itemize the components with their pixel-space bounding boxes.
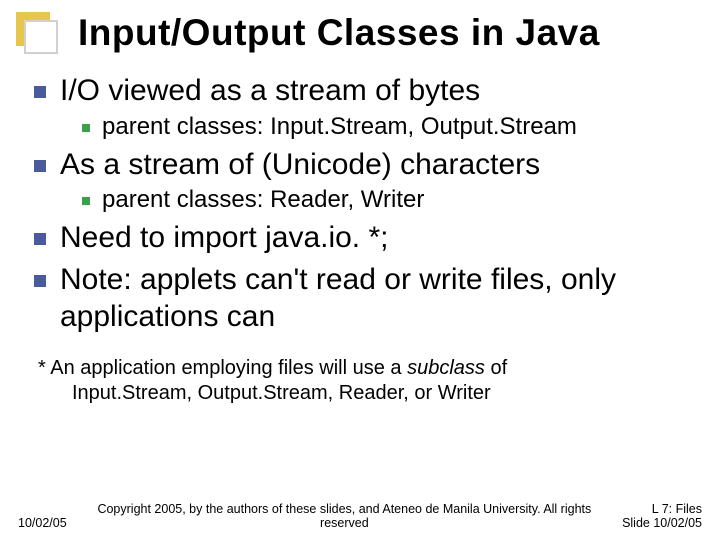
bullet-text: parent classes: Reader, Writer [102, 185, 424, 215]
square-bullet-icon [82, 197, 90, 205]
footnote-prefix: * An application employing files will us… [38, 357, 407, 379]
bullet-text: Note: applets can't read or write files,… [60, 261, 696, 336]
slide-title: Input/Output Classes in Java [78, 12, 696, 54]
bullet-unicode-characters: As a stream of (Unicode) characters [34, 146, 696, 184]
subbullet-parent-reader-writer: parent classes: Reader, Writer [82, 185, 696, 215]
footnote-suffix: of [485, 357, 507, 379]
bullet-text: Need to import java.io. *; [60, 219, 389, 257]
bullet-io-stream-bytes: I/O viewed as a stream of bytes [34, 72, 696, 110]
square-bullet-icon [34, 275, 46, 287]
footer-slide-number: Slide 10/02/05 [622, 516, 702, 530]
square-bullet-icon [34, 86, 46, 98]
subbullet-parent-stream: parent classes: Input.Stream, Output.Str… [82, 112, 696, 142]
footer-date: 10/02/05 [18, 516, 67, 530]
footer-topic: L 7: Files [622, 502, 702, 516]
footer-slide-info: L 7: Files Slide 10/02/05 [622, 502, 702, 530]
bullet-applets-note: Note: applets can't read or write files,… [34, 261, 696, 336]
slide-footer: 10/02/05 Copyright 2005, by the authors … [0, 502, 720, 530]
footnote: * An application employing files will us… [38, 356, 696, 406]
footnote-italic: subclass [407, 357, 485, 379]
slide-body: I/O viewed as a stream of bytes parent c… [34, 72, 696, 406]
footer-copyright: Copyright 2005, by the authors of these … [67, 502, 622, 530]
square-bullet-icon [34, 160, 46, 172]
square-bullet-icon [82, 124, 90, 132]
slide: Input/Output Classes in Java I/O viewed … [0, 0, 720, 540]
bullet-text: parent classes: Input.Stream, Output.Str… [102, 112, 577, 142]
footnote-line2: Input.Stream, Output.Stream, Reader, or … [72, 381, 696, 406]
square-bullet-icon [34, 233, 46, 245]
bullet-text: As a stream of (Unicode) characters [60, 146, 540, 184]
bullet-import-java-io: Need to import java.io. *; [34, 219, 696, 257]
brand-square-front [24, 20, 58, 54]
bullet-text: I/O viewed as a stream of bytes [60, 72, 480, 110]
